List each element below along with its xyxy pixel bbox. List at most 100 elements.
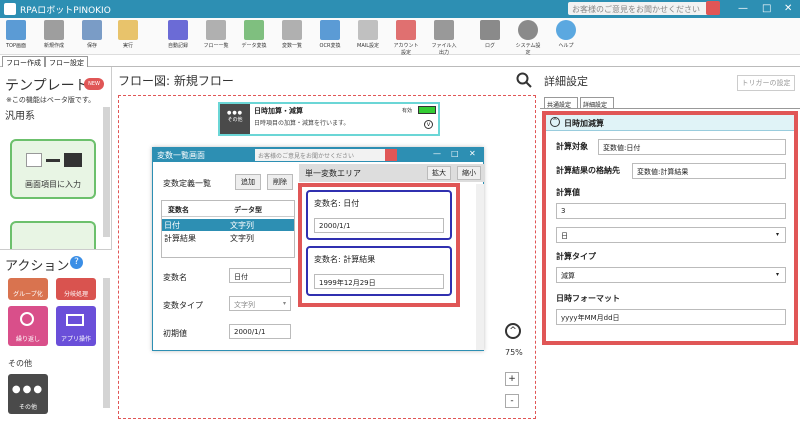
init-input[interactable]: 2000/1/1 (229, 324, 291, 339)
toolbar-new-button[interactable]: 新規作成 (40, 20, 68, 49)
toolbar: TOP画面 新規作成 保存 実行 自動記録 フロー一覧 データ変換 変数一覧 O… (0, 18, 800, 56)
section-header[interactable]: ^ 日時加減算 (546, 115, 794, 131)
run-icon (118, 20, 138, 40)
store-label: 計算結果の格納先 (556, 166, 620, 175)
toolbar-run-button[interactable]: 実行 (114, 20, 142, 49)
toolbar-ocr-button[interactable]: OCR変換 (316, 20, 344, 49)
calc-target-input[interactable]: 変数値:日付 (598, 139, 786, 155)
mail-icon (358, 20, 378, 40)
toolbar-record-button[interactable]: 自動記録 (164, 20, 192, 49)
unit-select[interactable]: 日 ▾ (556, 227, 786, 243)
feedback-icon[interactable] (706, 1, 720, 15)
variable-card[interactable]: 変数名: 計算結果 1999年12月29日 (306, 246, 452, 296)
action-app[interactable]: アプリ操作 (56, 306, 96, 346)
maximize-icon[interactable]: □ (451, 149, 459, 158)
tab-divider (540, 108, 800, 109)
zoom-level: 75% (505, 348, 523, 357)
zoom-in-button[interactable]: + (505, 372, 519, 386)
toolbar-help-button[interactable]: ヘルプ (552, 20, 580, 49)
close-icon[interactable]: ✕ (469, 149, 476, 158)
add-variable-button[interactable]: 追加 (235, 174, 261, 190)
variable-card[interactable]: 変数名: 日付 2000/1/1 (306, 190, 452, 240)
expand-button[interactable]: 拡大 (427, 166, 451, 180)
column-header-name: 変数名 (168, 206, 189, 214)
mouse-input-icon (26, 153, 42, 167)
table-row[interactable]: 計算結果 文字列 (162, 232, 294, 244)
varname-input[interactable]: 日付 (229, 268, 291, 283)
node-toggle[interactable] (418, 106, 436, 114)
action-other[interactable]: ●●● その他 (8, 374, 48, 414)
calc-type-select[interactable]: 減算 ▾ (556, 267, 786, 283)
template-card-input[interactable]: 画面項目に入力 (10, 139, 96, 199)
chevron-down-icon[interactable]: v (424, 120, 433, 129)
variable-card-value[interactable]: 2000/1/1 (314, 218, 444, 233)
detail-section: ^ 日時加減算 計算対象 変数値:日付 計算結果の格納先 変数値:計算結果 計算… (542, 111, 798, 345)
action-scrollbar[interactable] (103, 278, 110, 408)
vartype-select[interactable]: 文字列 ▾ (229, 296, 291, 311)
toolbar-top-button[interactable]: TOP画面 (2, 20, 30, 49)
help-icon (556, 20, 576, 40)
dots-icon: ●●● (226, 110, 244, 116)
table-row[interactable]: 日付 文字列 (162, 219, 294, 231)
toolbar-account-button[interactable]: アカウント設定 (392, 20, 420, 56)
chevron-up-icon[interactable]: ^ (550, 117, 560, 127)
format-input[interactable]: yyyy年MM月dd日 (556, 309, 786, 325)
tab-flow-settings[interactable]: フロー設定 (45, 56, 88, 67)
calc-type-label: 計算タイプ (556, 252, 596, 261)
shrink-button[interactable]: 縮小 (457, 166, 481, 180)
variable-list-icon (282, 20, 302, 40)
dialog-feedback[interactable]: お客様のご意見をお聞かせください (255, 149, 385, 161)
toolbar-fileio-button[interactable]: ファイル入出力 (430, 20, 458, 56)
action-loop[interactable]: 繰り返し (8, 306, 48, 346)
action-group[interactable]: グループ化 (8, 278, 48, 300)
beta-note: ※この機能はベータ版です。 (6, 96, 96, 104)
ocr-icon (320, 20, 340, 40)
calc-value-input[interactable]: 3 (556, 203, 786, 219)
toolbar-dataconvert-button[interactable]: データ変換 (240, 20, 268, 49)
feedback-icon[interactable] (385, 149, 397, 161)
toolbar-system-button[interactable]: システム設定 (514, 20, 542, 56)
home-icon (6, 20, 26, 40)
toolbar-varlist-button[interactable]: 変数一覧 (278, 20, 306, 49)
keyboard-input-icon (64, 153, 82, 167)
log-icon (480, 20, 500, 40)
left-panel: テンプレート NEW ※この機能はベータ版です。 汎用系 画面項目に入力 アクシ… (0, 67, 112, 425)
store-input[interactable]: 変数値:計算結果 (632, 163, 786, 179)
flow-node[interactable]: ●●● その他 日時加算・減算 日時項目の加算・減算を行います。 有効 v (218, 102, 440, 136)
toolbar-save-button[interactable]: 保存 (78, 20, 106, 49)
maximize-icon[interactable]: □ (762, 3, 771, 15)
toolbar-log-button[interactable]: ログ (476, 20, 504, 49)
variable-card-value[interactable]: 1999年12月29日 (314, 274, 444, 289)
template-category: 汎用系 (5, 111, 35, 122)
flow-list-icon (206, 20, 226, 40)
close-icon[interactable]: ✕ (784, 3, 792, 15)
minimize-icon[interactable]: — (738, 3, 748, 15)
toolbar-flowlist-button[interactable]: フロー一覧 (202, 20, 230, 49)
chevron-up-icon[interactable]: ^ (505, 323, 521, 339)
help-icon[interactable]: ? (70, 256, 83, 269)
action-title: アクション (5, 259, 70, 274)
variable-card-label: 変数名: 計算結果 (314, 255, 376, 264)
window-icon (66, 314, 84, 326)
minimize-icon[interactable]: — (433, 149, 441, 158)
action-branch[interactable]: 分岐処理 (56, 278, 96, 300)
tab-flow-create[interactable]: フロー作成 (2, 56, 45, 67)
chevron-down-icon: ▾ (775, 231, 779, 238)
single-area-scrollbar[interactable] (476, 184, 484, 350)
feedback-link[interactable]: お客様のご意見をお聞かせください (568, 2, 716, 15)
record-icon (168, 20, 188, 40)
delete-variable-button[interactable]: 削除 (267, 174, 293, 190)
node-status: 有効 (402, 108, 413, 114)
template-card-2[interactable] (10, 221, 96, 249)
search-icon[interactable] (516, 72, 532, 88)
zoom-out-button[interactable]: - (505, 394, 519, 408)
mode-tabs: フロー作成 フロー設定 (0, 56, 800, 67)
toolbar-mail-button[interactable]: MAIL設定 (354, 20, 382, 49)
dialog-title: 変数一覧画面 (157, 151, 205, 160)
arrow-icon (46, 159, 60, 162)
trigger-settings-button[interactable]: トリガーの設定 (737, 75, 795, 91)
calc-target-label: 計算対象 (556, 142, 588, 151)
template-title: テンプレート (5, 78, 89, 94)
single-area-title: 単一変数エリア (305, 169, 361, 178)
template-scrollbar[interactable] (103, 107, 110, 237)
